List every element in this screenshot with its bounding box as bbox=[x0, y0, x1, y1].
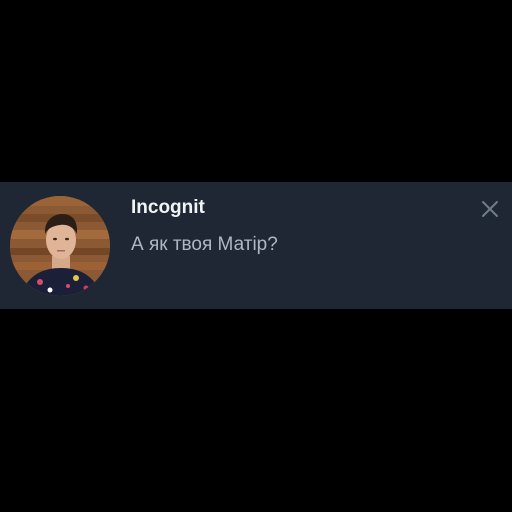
message-preview: А як твоя Матір? bbox=[131, 234, 278, 255]
close-icon bbox=[482, 201, 498, 217]
avatar[interactable] bbox=[10, 196, 110, 296]
sender-name: Incognit bbox=[131, 197, 205, 218]
close-button[interactable] bbox=[480, 199, 500, 219]
avatar-photo bbox=[10, 196, 110, 296]
message-notification[interactable]: Incognit А як твоя Матір? bbox=[0, 182, 512, 309]
